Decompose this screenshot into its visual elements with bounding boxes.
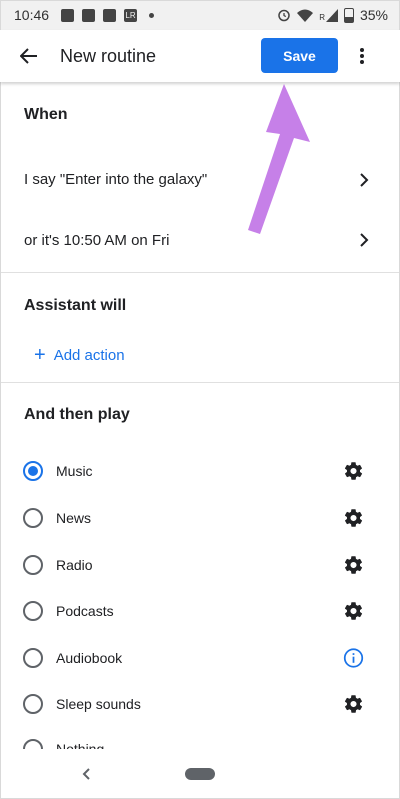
radio-button-selected[interactable] — [23, 461, 43, 481]
system-nav-bar — [0, 749, 400, 799]
media-option-nothing[interactable]: Nothing — [0, 731, 400, 749]
gear-icon — [344, 695, 363, 713]
status-bar: 10:46 LR R 35% — [0, 0, 400, 30]
status-system-icons: R 35% — [277, 7, 388, 23]
section-divider — [0, 382, 400, 383]
wifi-icon — [297, 9, 314, 22]
signal-icon: R — [319, 8, 338, 22]
media-option-sleep-sounds[interactable]: Sleep sounds — [0, 684, 400, 724]
plus-icon: + — [34, 344, 46, 366]
media-option-music[interactable]: Music — [0, 451, 400, 491]
add-action-label: Add action — [53, 346, 125, 364]
battery-icon — [343, 7, 354, 23]
podcasts-settings-button[interactable] — [343, 601, 364, 622]
music-settings-button[interactable] — [343, 461, 364, 482]
app-bar: New routine Save — [0, 30, 400, 82]
media-option-radio[interactable]: Radio — [0, 545, 400, 585]
schedule-label: or it's 10:50 AM on Fri — [24, 232, 170, 249]
back-button[interactable] — [15, 42, 43, 70]
media-option-podcasts[interactable]: Podcasts — [0, 591, 400, 631]
audiobook-info-button[interactable] — [343, 648, 364, 669]
when-schedule-row[interactable]: or it's 10:50 AM on Fri — [0, 220, 400, 260]
assistant-will-heading: Assistant will — [24, 297, 127, 314]
gear-icon — [344, 602, 363, 620]
then-play-heading: And then play — [24, 406, 130, 423]
battery-percent: 35% — [359, 7, 388, 23]
lightroom-icon: LR — [124, 8, 138, 22]
media-option-label: Nothing — [56, 741, 105, 749]
page-title: New routine — [60, 45, 157, 66]
section-divider — [0, 272, 400, 273]
more-vert-icon — [360, 48, 364, 64]
radio-button[interactable] — [23, 694, 43, 714]
media-option-label: Music — [56, 463, 93, 479]
trigger-phrase-label: I say "Enter into the galaxy" — [24, 171, 208, 188]
radio-button[interactable] — [23, 508, 43, 528]
media-option-label: Podcasts — [56, 603, 114, 619]
radio-settings-button[interactable] — [343, 555, 364, 576]
nav-back-icon[interactable] — [78, 765, 96, 783]
add-action-button[interactable]: + Add action — [34, 345, 125, 365]
when-trigger-phrase-row[interactable]: I say "Enter into the galaxy" — [0, 160, 400, 200]
signal-roaming-label: R — [319, 12, 325, 22]
status-notification-icons: LR — [61, 8, 155, 22]
radio-button[interactable] — [23, 601, 43, 621]
media-option-label: Audiobook — [56, 650, 123, 666]
chevron-right-icon — [360, 233, 369, 247]
when-heading: When — [24, 106, 68, 123]
gear-icon — [344, 462, 363, 480]
gear-icon — [344, 556, 363, 574]
gear-icon — [344, 509, 363, 527]
status-time: 10:46 — [14, 7, 50, 23]
media-option-label: Sleep sounds — [56, 696, 141, 712]
radio-button[interactable] — [23, 648, 43, 668]
media-option-audiobook[interactable]: Audiobook — [0, 638, 400, 678]
info-icon — [343, 648, 364, 668]
radio-button[interactable] — [23, 555, 43, 575]
media-option-news[interactable]: News — [0, 498, 400, 538]
media-option-label: Radio — [56, 557, 93, 573]
chat-icon — [103, 8, 117, 22]
nav-home-pill[interactable] — [185, 768, 215, 780]
more-notifications-dot — [149, 12, 155, 18]
news-icon — [82, 8, 96, 22]
chevron-right-icon — [360, 173, 369, 187]
sleep-sounds-settings-button[interactable] — [343, 694, 364, 715]
news-settings-button[interactable] — [343, 508, 364, 529]
image-icon — [61, 8, 75, 22]
arrow-back-icon — [20, 48, 37, 64]
save-button[interactable]: Save — [261, 38, 338, 73]
media-option-label: News — [56, 510, 92, 526]
more-options-button[interactable] — [352, 42, 372, 70]
radio-button[interactable] — [23, 739, 43, 749]
alarm-icon — [278, 9, 290, 22]
